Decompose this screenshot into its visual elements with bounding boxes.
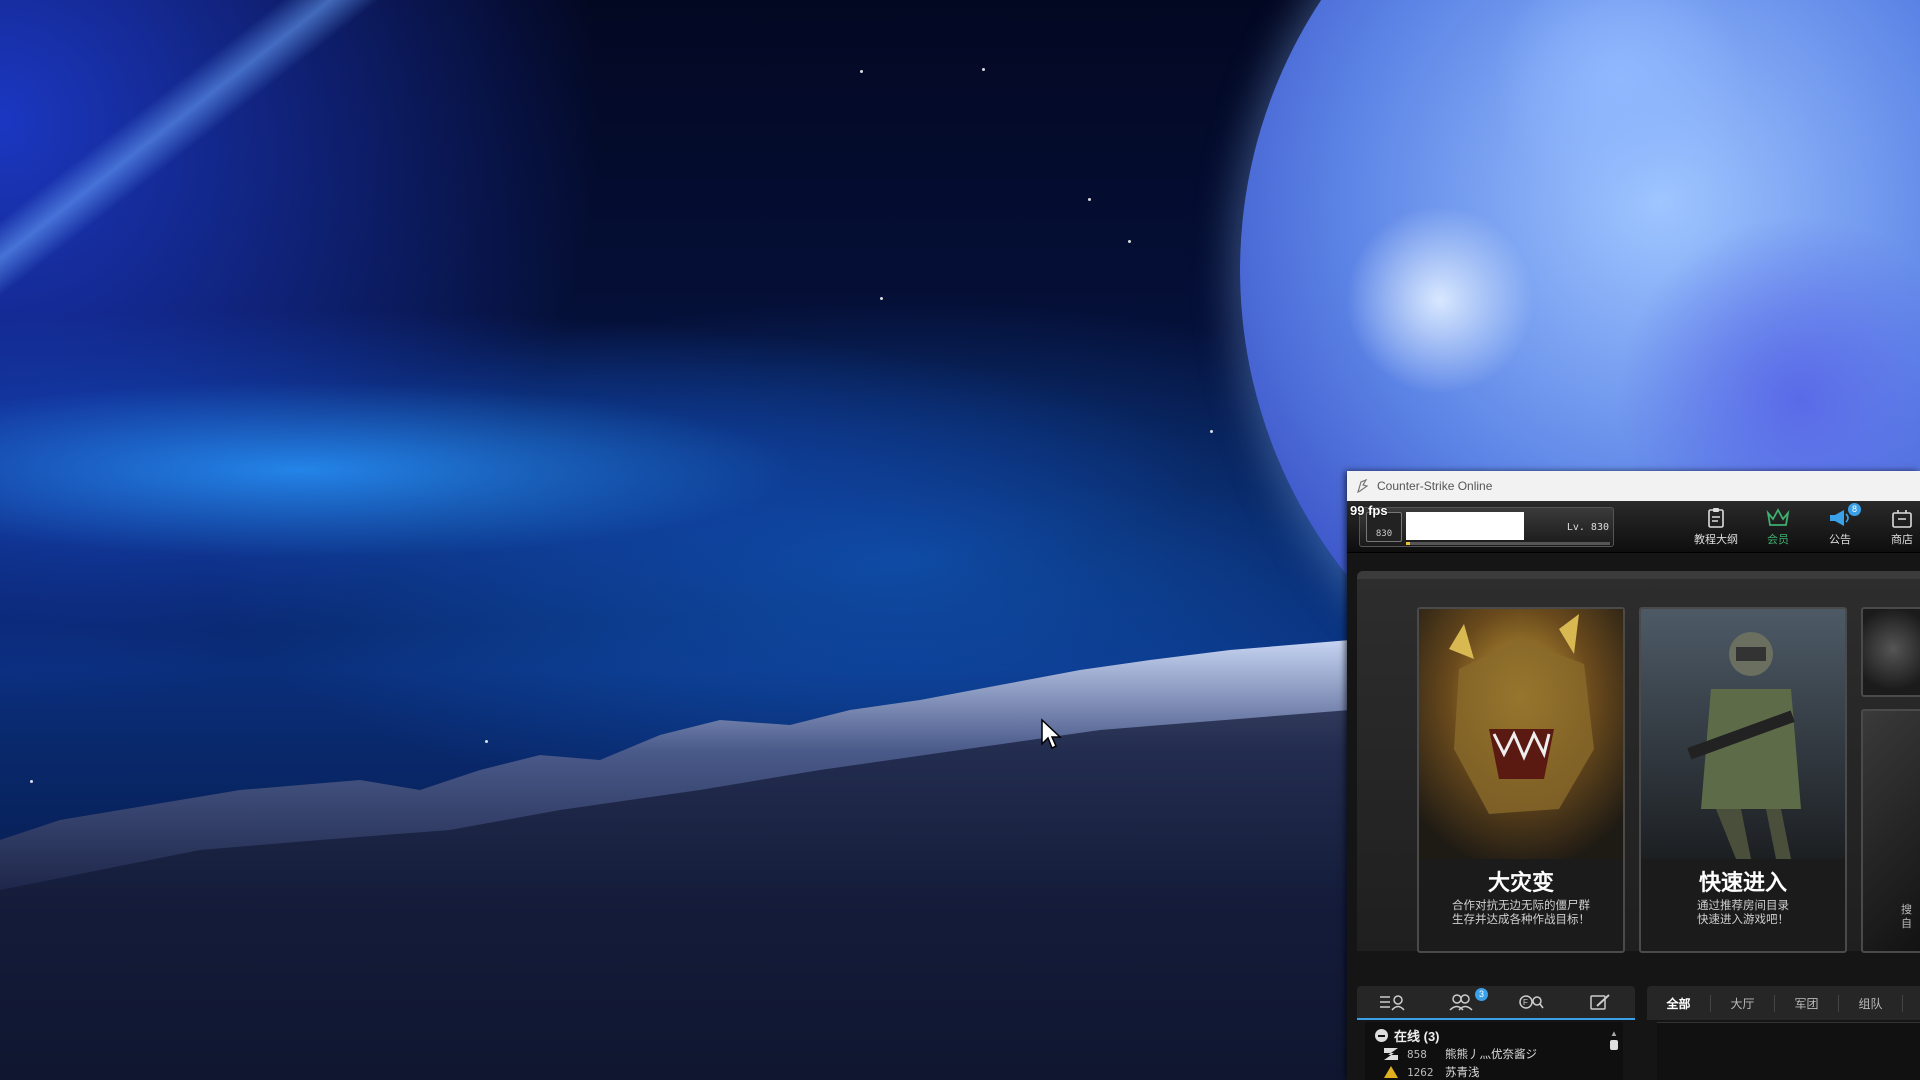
mode-card-catastrophe[interactable]: 大灾变 合作对抗无边无际的僵尸群 生存并达成各种作战目标！ bbox=[1417, 607, 1625, 953]
store-icon bbox=[1892, 510, 1912, 528]
chat-tab-all[interactable]: 全部 bbox=[1647, 994, 1711, 1012]
mode-desc-line: 通过推荐房间目录 bbox=[1697, 900, 1789, 912]
list-item[interactable]: 1262 苏青浅 bbox=[1383, 1064, 1480, 1080]
nav-vip[interactable]: 会员 bbox=[1747, 501, 1809, 553]
nav-announcement[interactable]: 8 公告 bbox=[1809, 501, 1871, 553]
tab-list[interactable] bbox=[1357, 986, 1427, 1020]
player-profile[interactable]: 830 Lv. 830 bbox=[1359, 507, 1614, 547]
exp-bar-fill bbox=[1406, 542, 1411, 545]
chat-tab-clan[interactable]: 军团 bbox=[1775, 994, 1839, 1012]
planet-ring bbox=[0, 0, 564, 411]
partial-card-text: 自 bbox=[1901, 918, 1912, 930]
mountain-range bbox=[0, 640, 1350, 1080]
mouse-cursor-icon bbox=[1041, 718, 1062, 750]
star bbox=[1128, 240, 1131, 243]
mode-desc-line: 合作对抗无边无际的僵尸群 bbox=[1452, 900, 1590, 912]
cso-app-icon bbox=[1357, 479, 1369, 493]
player-level: Lv. 830 bbox=[1566, 522, 1609, 533]
star bbox=[860, 70, 863, 73]
star bbox=[1088, 198, 1091, 201]
social-tabs: 3 F bbox=[1357, 986, 1635, 1020]
window-titlebar[interactable]: Counter-Strike Online bbox=[1347, 471, 1920, 501]
rank-number: 830 bbox=[1375, 529, 1393, 539]
scroll-up-icon[interactable]: ▲ bbox=[1609, 1029, 1619, 1038]
friend-level: 858 bbox=[1407, 1047, 1427, 1061]
soldier-art bbox=[1641, 609, 1845, 859]
top-nav: 教程大纲 会员 8 公告 商店 bbox=[1685, 501, 1920, 553]
clan-search-icon: F bbox=[1519, 995, 1544, 1009]
nav-tutorial[interactable]: 教程大纲 bbox=[1685, 501, 1747, 553]
star bbox=[1210, 430, 1213, 433]
mode-title: 大灾变 bbox=[1487, 870, 1554, 895]
nav-store[interactable]: 商店 bbox=[1871, 501, 1920, 553]
list-user-icon bbox=[1379, 995, 1405, 1011]
friends-icon bbox=[1449, 994, 1473, 1011]
tab-clan-search[interactable]: F bbox=[1496, 986, 1566, 1020]
friends-list: 在线 (3) 858 熊熊丿灬优奈酱ジ 1262 苏青浅 bbox=[1365, 1022, 1623, 1080]
chat-tabs: 全部 大厅 军团 组队 bbox=[1647, 986, 1920, 1020]
mode-desc-line: 快速进入游戏吧！ bbox=[1697, 914, 1789, 926]
announcement-badge: 8 bbox=[1848, 503, 1861, 516]
chat-log[interactable] bbox=[1657, 1022, 1920, 1080]
clipboard-icon bbox=[1708, 508, 1724, 528]
friend-level: 1262 bbox=[1407, 1065, 1434, 1079]
mode-select-panel: 大灾变 合作对抗无边无际的僵尸群 生存并达成各种作战目标！ 快速进入 通过推荐房… bbox=[1357, 571, 1920, 953]
friends-badge: 3 bbox=[1475, 988, 1488, 1001]
clan-mark-icon bbox=[1384, 1048, 1398, 1060]
exp-bar bbox=[1406, 542, 1610, 545]
crown-icon bbox=[1766, 508, 1790, 526]
tab-friends[interactable]: 3 bbox=[1426, 986, 1496, 1020]
scroll-thumb[interactable] bbox=[1610, 1040, 1618, 1050]
player-name-box bbox=[1406, 512, 1524, 540]
mode-card-partial-bottom[interactable]: 搜 自 bbox=[1861, 709, 1920, 953]
game-window: Counter-Strike Online 830 Lv. 830 99 fps… bbox=[1347, 471, 1920, 1080]
top-bar: 830 Lv. 830 99 fps 教程大纲 会员 8 公告 商店 bbox=[1347, 501, 1920, 553]
tab-edit[interactable] bbox=[1565, 986, 1635, 1020]
mode-card-partial-top[interactable] bbox=[1861, 607, 1920, 697]
mode-description: 合作对抗无边无际的僵尸群 生存并达成各种作战目标！ bbox=[1429, 899, 1613, 927]
chat-tab-party[interactable]: 组队 bbox=[1839, 994, 1903, 1012]
chat-tab-lobby[interactable]: 大厅 bbox=[1711, 994, 1775, 1012]
mode-description: 通过推荐房间目录 快速进入游戏吧！ bbox=[1651, 899, 1835, 927]
friend-name: 熊熊丿灬优奈酱ジ bbox=[1445, 1049, 1537, 1061]
list-item[interactable]: 858 熊熊丿灬优奈酱ジ bbox=[1383, 1046, 1537, 1062]
online-group-label: 在线 (3) bbox=[1394, 1029, 1440, 1044]
friends-scrollbar[interactable]: ▲ bbox=[1609, 1029, 1619, 1079]
collapse-icon[interactable] bbox=[1375, 1029, 1388, 1042]
svg-text:F: F bbox=[1523, 998, 1528, 1007]
online-group-header[interactable]: 在线 (3) bbox=[1375, 1026, 1440, 1045]
mode-card-quick-join[interactable]: 快速进入 通过推荐房间目录 快速进入游戏吧！ bbox=[1639, 607, 1847, 953]
nav-tutorial-label: 教程大纲 bbox=[1694, 534, 1738, 546]
nav-store-label: 商店 bbox=[1891, 534, 1913, 546]
nav-vip-label: 会员 bbox=[1767, 534, 1789, 546]
edit-icon bbox=[1590, 994, 1610, 1010]
friend-name: 苏青浅 bbox=[1445, 1067, 1480, 1079]
mode-desc-line: 生存并达成各种作战目标！ bbox=[1452, 914, 1590, 926]
window-title: Counter-Strike Online bbox=[1377, 479, 1493, 493]
zombie-art bbox=[1419, 609, 1623, 859]
rank-badge-icon bbox=[1384, 1066, 1398, 1078]
mode-title: 快速进入 bbox=[1698, 870, 1787, 895]
nav-announcement-label: 公告 bbox=[1829, 534, 1851, 546]
star bbox=[880, 297, 883, 300]
star bbox=[982, 68, 985, 71]
fps-counter: 99 fps bbox=[1350, 503, 1388, 518]
